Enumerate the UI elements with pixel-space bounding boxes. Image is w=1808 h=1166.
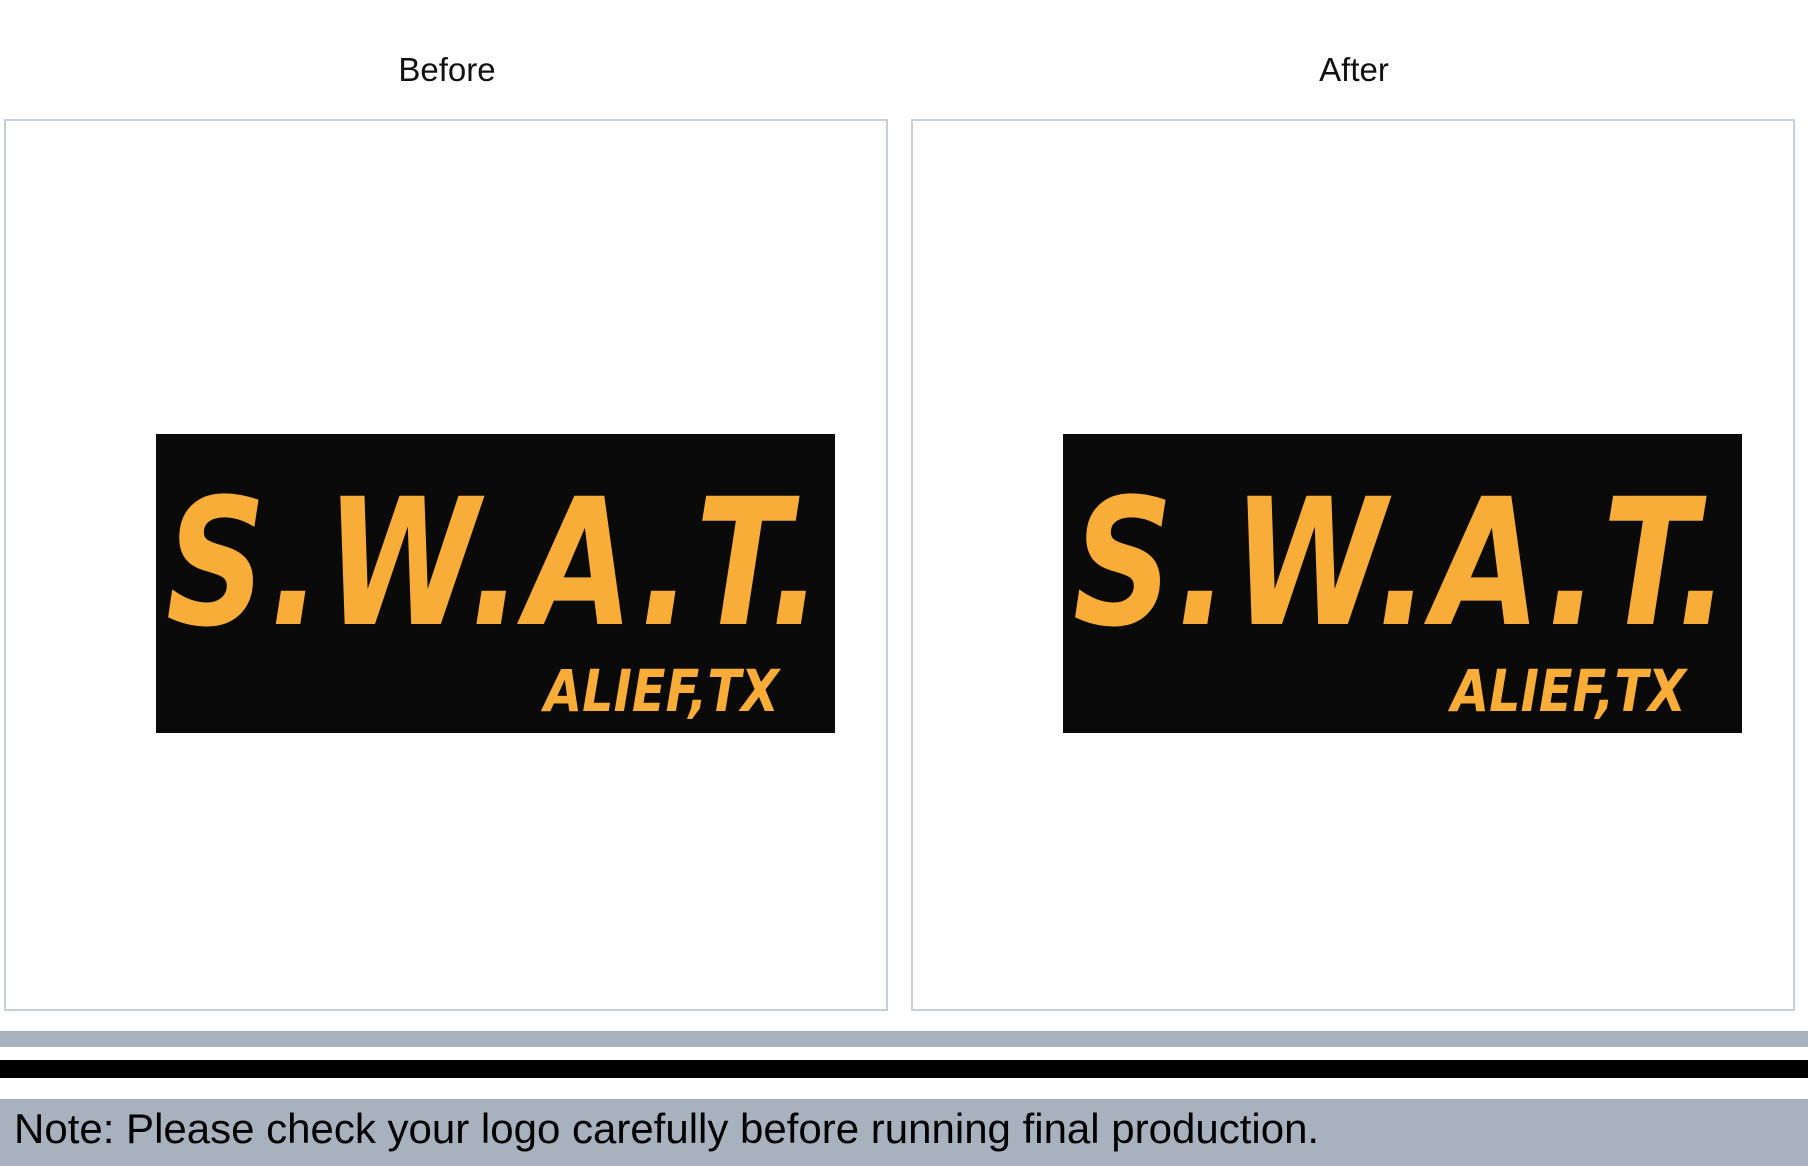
before-logo-subtitle: ALIEF,TX xyxy=(541,657,782,725)
divider-black xyxy=(0,1060,1808,1078)
note-text: Note: Please check your logo carefully b… xyxy=(14,1105,1320,1152)
divider-gray xyxy=(0,1031,1808,1047)
before-logo-title: S.W.A.T. xyxy=(166,461,826,666)
after-panel: S.W.A.T. ALIEF,TX xyxy=(911,119,1795,1011)
note-bar: Note: Please check your logo carefully b… xyxy=(0,1099,1808,1166)
after-logo-subtitle: ALIEF,TX xyxy=(1448,657,1689,725)
before-panel: S.W.A.T. ALIEF,TX xyxy=(4,119,888,1011)
before-logo: S.W.A.T. ALIEF,TX xyxy=(156,434,835,733)
after-logo-title: S.W.A.T. xyxy=(1073,461,1733,666)
before-label: Before xyxy=(398,51,496,88)
after-label: After xyxy=(1319,51,1389,88)
after-logo: S.W.A.T. ALIEF,TX xyxy=(1063,434,1742,733)
